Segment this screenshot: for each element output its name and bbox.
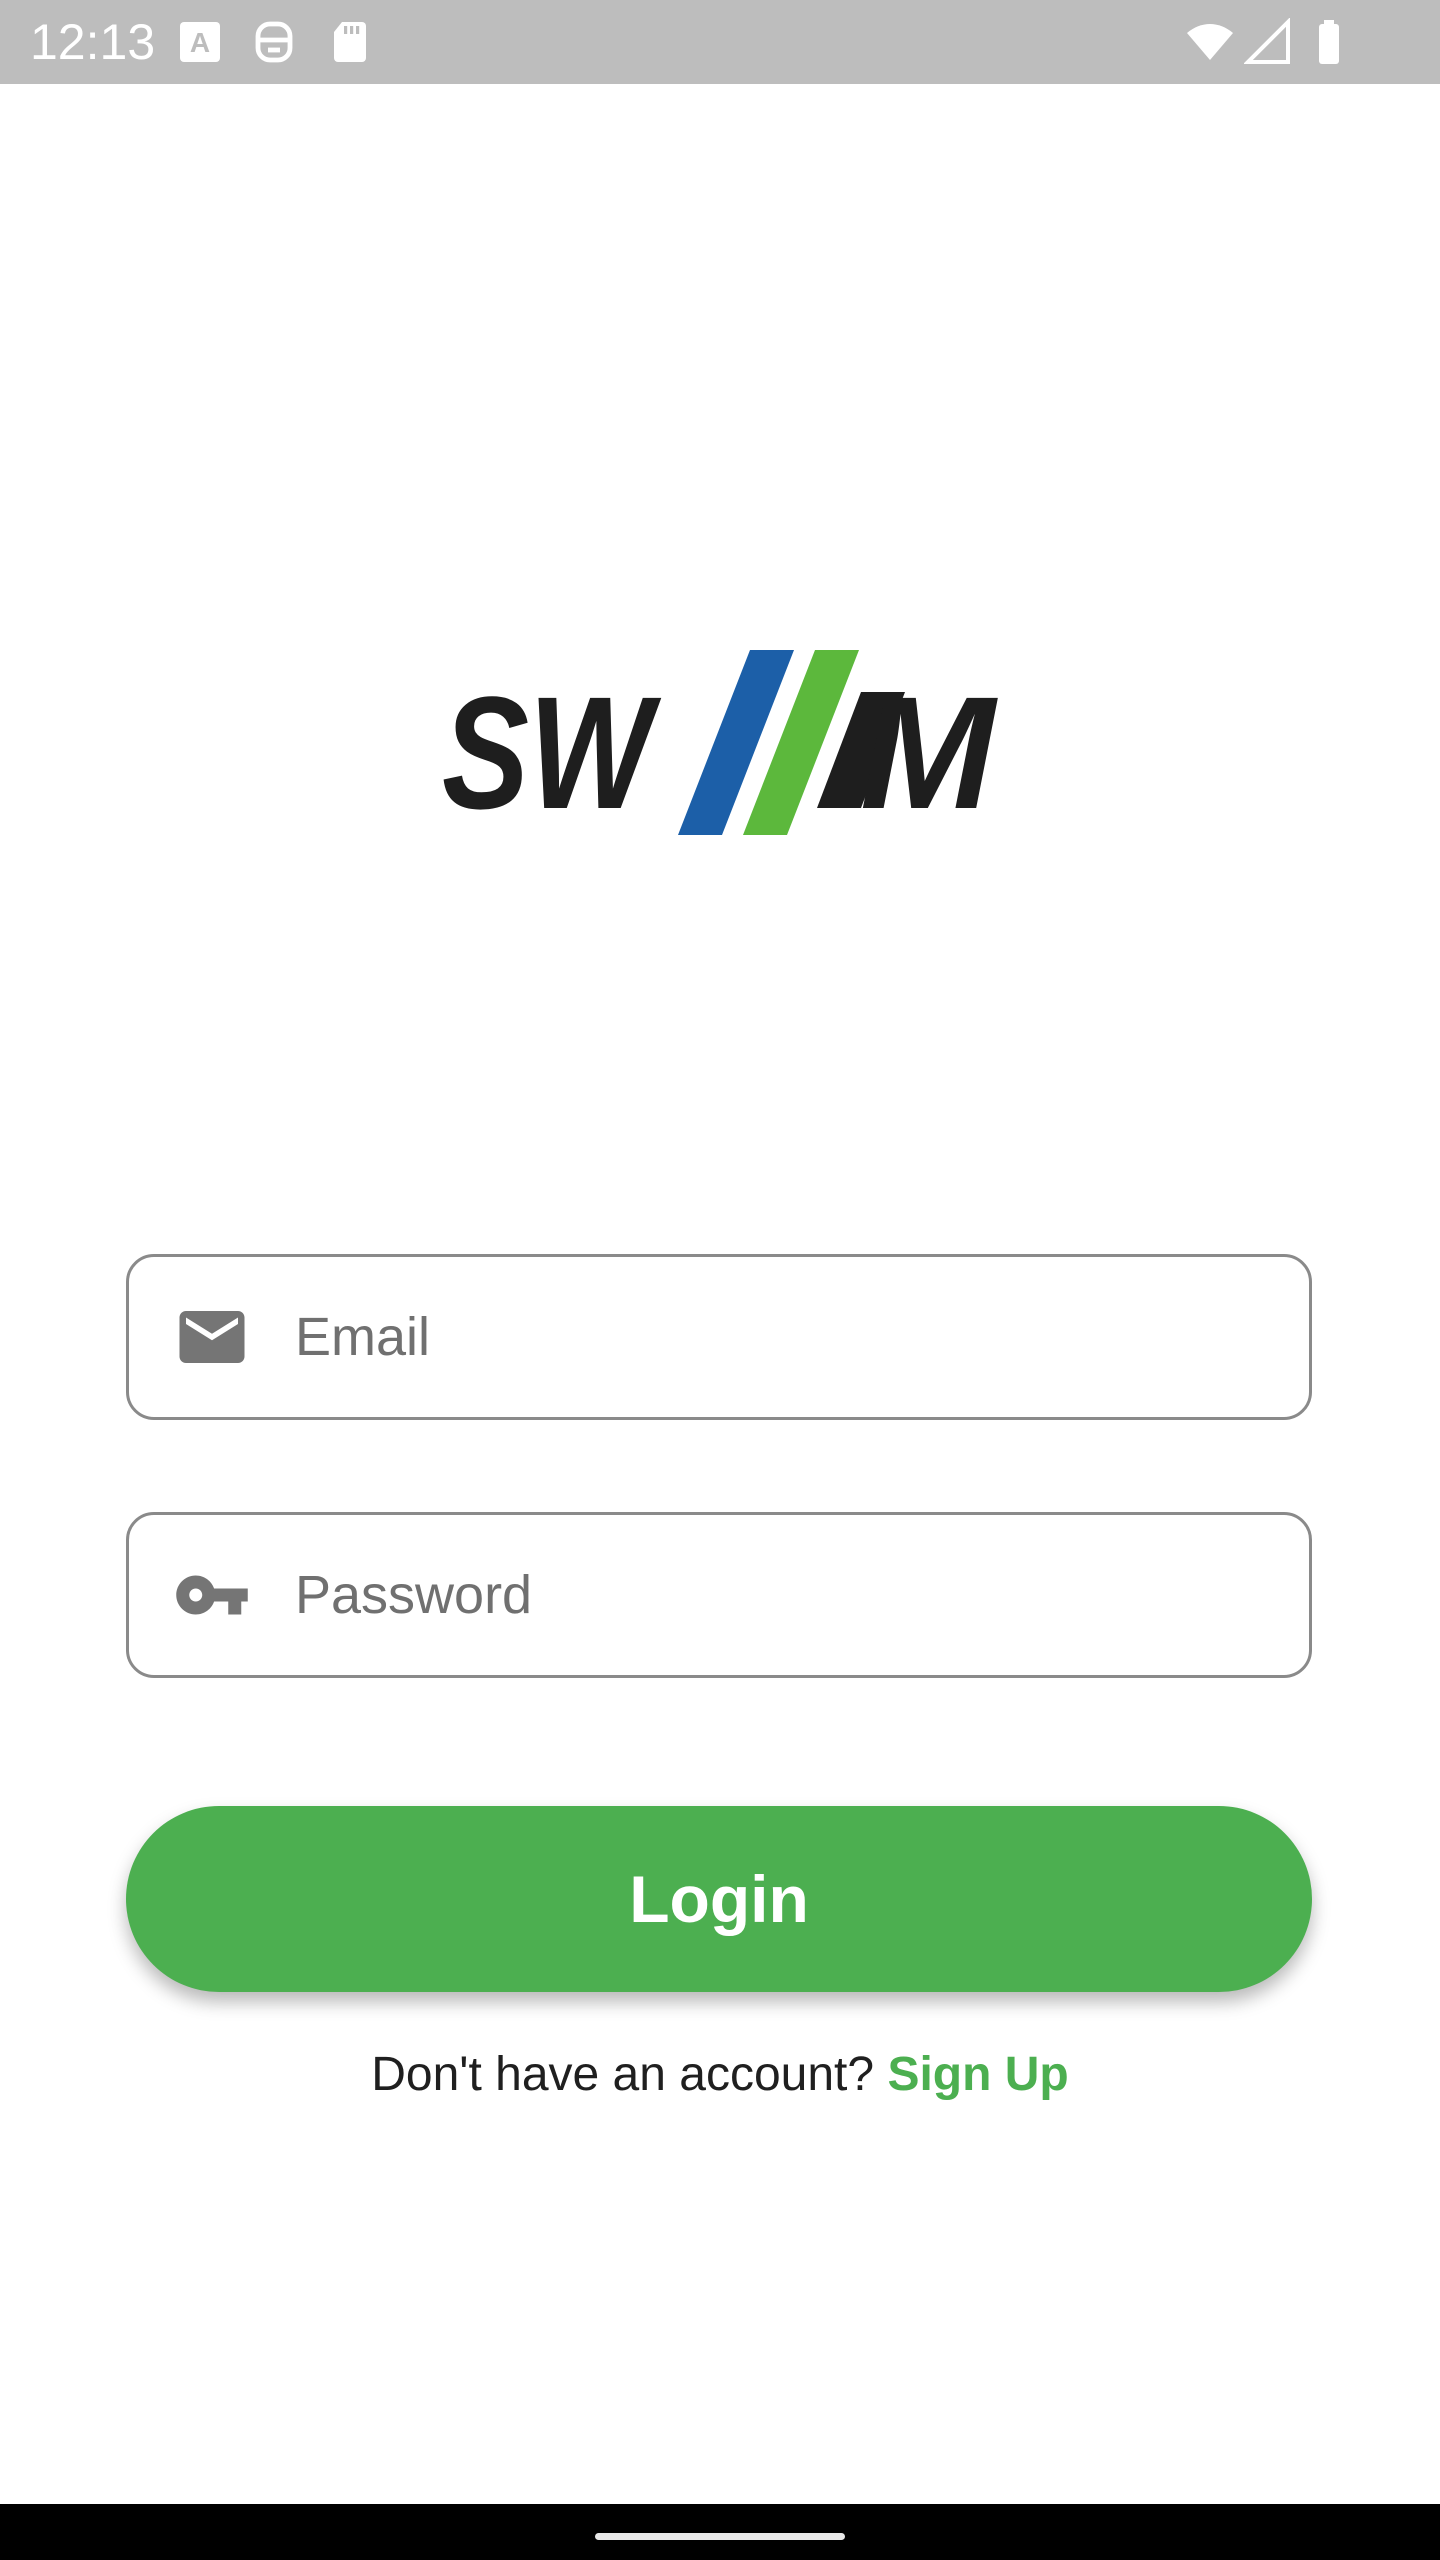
battery-icon xyxy=(1305,18,1353,66)
login-button-label: Login xyxy=(629,1862,809,1936)
font-a-icon: A xyxy=(176,18,224,66)
signup-row: Don't have an account? Sign Up xyxy=(0,2040,1440,2110)
key-icon xyxy=(173,1556,251,1634)
cell-signal-icon xyxy=(1244,18,1292,66)
svg-text:A: A xyxy=(190,27,210,58)
signup-prompt: Don't have an account? xyxy=(371,2048,875,2101)
login-button[interactable]: Login xyxy=(126,1806,1312,1992)
password-field[interactable] xyxy=(126,1512,1312,1678)
password-input[interactable] xyxy=(295,1515,1279,1675)
home-indicator[interactable] xyxy=(595,2533,845,2540)
svg-text:M: M xyxy=(860,663,999,835)
navigation-bar xyxy=(0,2504,1440,2560)
status-bar: 12:13 A xyxy=(0,0,1440,84)
robot-face-icon xyxy=(250,18,298,66)
status-time: 12:13 xyxy=(30,14,156,70)
email-field[interactable] xyxy=(126,1254,1312,1420)
signup-link[interactable]: Sign Up xyxy=(887,2048,1068,2101)
wifi-icon xyxy=(1186,18,1234,66)
svg-text:SW: SW xyxy=(442,663,662,835)
email-icon xyxy=(173,1298,251,1376)
email-input[interactable] xyxy=(295,1257,1279,1417)
swm-logo: SW M xyxy=(440,650,1000,835)
sd-card-icon xyxy=(326,18,374,66)
